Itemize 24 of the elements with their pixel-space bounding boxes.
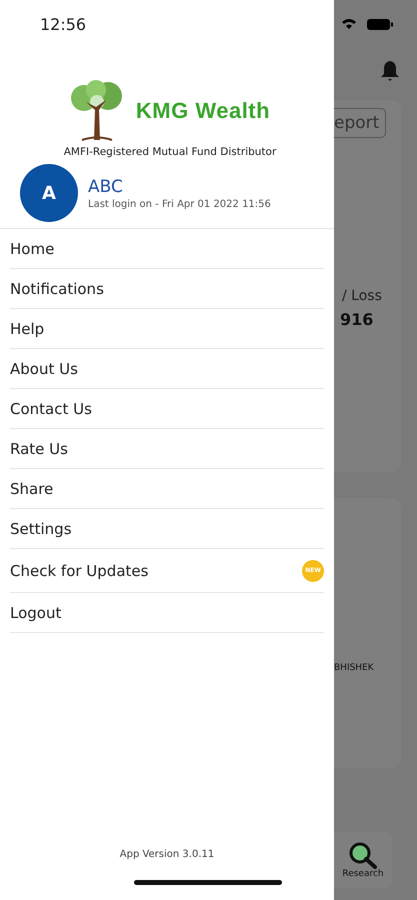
menu-item[interactable]: Notifications	[10, 269, 324, 309]
last-login-text: Last login on - Fri Apr 01 2022 11:56	[88, 198, 271, 210]
tagline: AMFI-Registered Mutual Fund Distributor	[62, 146, 278, 158]
avatar: A	[20, 164, 78, 222]
bell-icon[interactable]	[380, 60, 400, 82]
wifi-icon	[341, 18, 357, 30]
menu-item[interactable]: Settings	[10, 509, 324, 549]
menu-item[interactable]: Home	[10, 229, 324, 269]
menu-item[interactable]: Help	[10, 309, 324, 349]
menu-item[interactable]: Logout	[10, 593, 324, 633]
menu-item[interactable]: Rate Us	[10, 429, 324, 469]
menu-item[interactable]: About Us	[10, 349, 324, 389]
holder-name: BHISHEK	[334, 663, 375, 673]
research-tab[interactable]: Research	[334, 832, 392, 888]
app-version: App Version 3.0.11	[118, 849, 216, 860]
brand-name: KMG Wealth	[136, 98, 270, 124]
battery-icon	[367, 18, 393, 30]
user-name: ABC	[88, 176, 124, 196]
status-time: 12:56	[40, 14, 86, 34]
menu-item[interactable]: Share	[10, 469, 324, 509]
profit-loss-value: 916	[340, 310, 374, 329]
search-icon	[348, 841, 378, 869]
profit-loss-label: / Loss	[342, 288, 383, 304]
menu-item[interactable]: Contact Us	[10, 389, 324, 429]
